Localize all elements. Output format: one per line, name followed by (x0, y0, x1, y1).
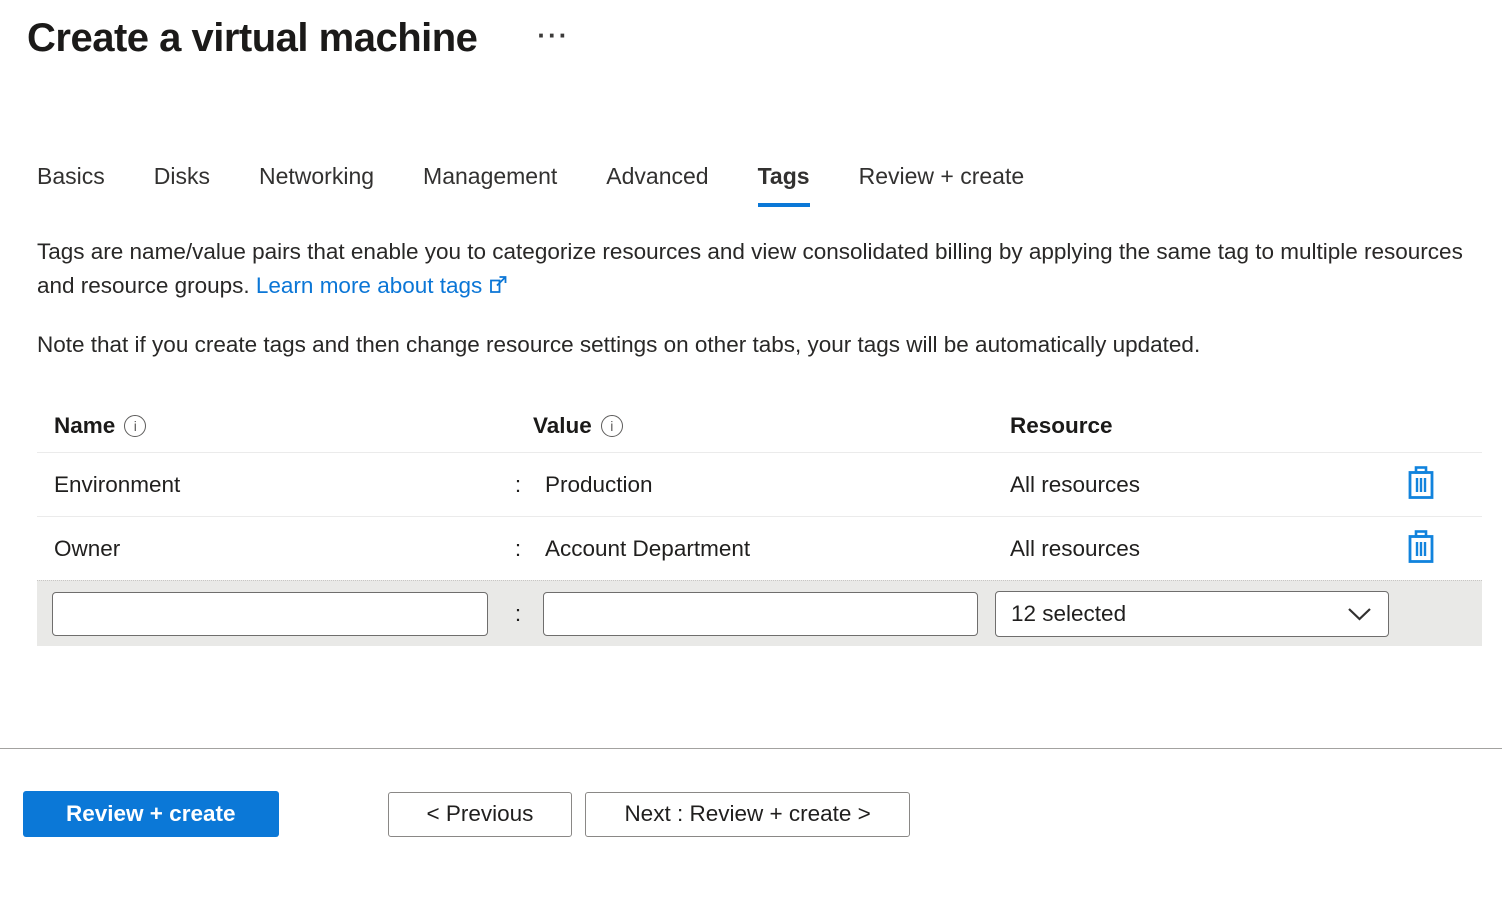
column-header-resource: Resource (990, 413, 1385, 439)
tags-table: Name i Value i Resource Environment : Pr… (37, 400, 1482, 646)
tab-advanced[interactable]: Advanced (606, 163, 708, 207)
page-title: Create a virtual machine (27, 16, 477, 61)
tab-disks[interactable]: Disks (154, 163, 210, 207)
tag-name: Owner (37, 536, 503, 562)
footer-action-bar: Review + create < Previous Next : Review… (0, 791, 1502, 837)
review-create-button[interactable]: Review + create (23, 791, 279, 837)
tab-tags[interactable]: Tags (758, 163, 810, 207)
column-header-value: Value i (533, 413, 990, 439)
resource-select-dropdown[interactable]: 12 selected (995, 591, 1389, 637)
separator-colon: : (503, 472, 533, 498)
learn-more-link-label: Learn more about tags (256, 273, 482, 298)
tag-value: Account Department (533, 536, 990, 562)
resource-header-label: Resource (1010, 413, 1113, 439)
table-row: Owner : Account Department All resources (37, 516, 1482, 580)
delete-tag-button[interactable] (1403, 528, 1439, 569)
new-tag-name-input[interactable] (52, 592, 488, 636)
trash-icon (1406, 552, 1436, 567)
tags-description: Tags are name/value pairs that enable yo… (37, 235, 1477, 305)
external-link-icon (488, 271, 509, 305)
new-tag-row: : 12 selected (37, 580, 1482, 646)
page-header: Create a virtual machine ··· (0, 0, 1502, 61)
table-row: Environment : Production All resources (37, 452, 1482, 516)
tab-networking[interactable]: Networking (259, 163, 374, 207)
tab-management[interactable]: Management (423, 163, 557, 207)
next-button[interactable]: Next : Review + create > (585, 792, 909, 837)
chevron-down-icon (1347, 601, 1372, 627)
trash-icon (1406, 488, 1436, 503)
value-header-label: Value (533, 413, 592, 439)
delete-tag-button[interactable] (1403, 464, 1439, 505)
table-header-row: Name i Value i Resource (37, 400, 1482, 452)
tag-resource: All resources (990, 472, 1385, 498)
footer-divider (0, 748, 1502, 749)
tag-resource: All resources (990, 536, 1385, 562)
column-header-name: Name i (37, 413, 503, 439)
more-options-button[interactable]: ··· (537, 22, 569, 48)
separator-colon: : (503, 536, 533, 562)
separator-colon: : (503, 601, 533, 627)
wizard-tab-bar: Basics Disks Networking Management Advan… (0, 163, 1502, 207)
name-info-icon[interactable]: i (124, 415, 146, 437)
tags-description-text: Tags are name/value pairs that enable yo… (37, 239, 1463, 298)
name-header-label: Name (54, 413, 115, 439)
previous-button[interactable]: < Previous (388, 792, 573, 837)
new-tag-value-input[interactable] (543, 592, 978, 636)
tag-name: Environment (37, 472, 503, 498)
resource-select-value: 12 selected (1011, 601, 1126, 627)
tags-note: Note that if you create tags and then ch… (37, 332, 1482, 358)
learn-more-link[interactable]: Learn more about tags (256, 273, 509, 298)
tag-value: Production (533, 472, 990, 498)
tab-review-create[interactable]: Review + create (859, 163, 1025, 207)
value-info-icon[interactable]: i (601, 415, 623, 437)
tab-basics[interactable]: Basics (37, 163, 105, 207)
